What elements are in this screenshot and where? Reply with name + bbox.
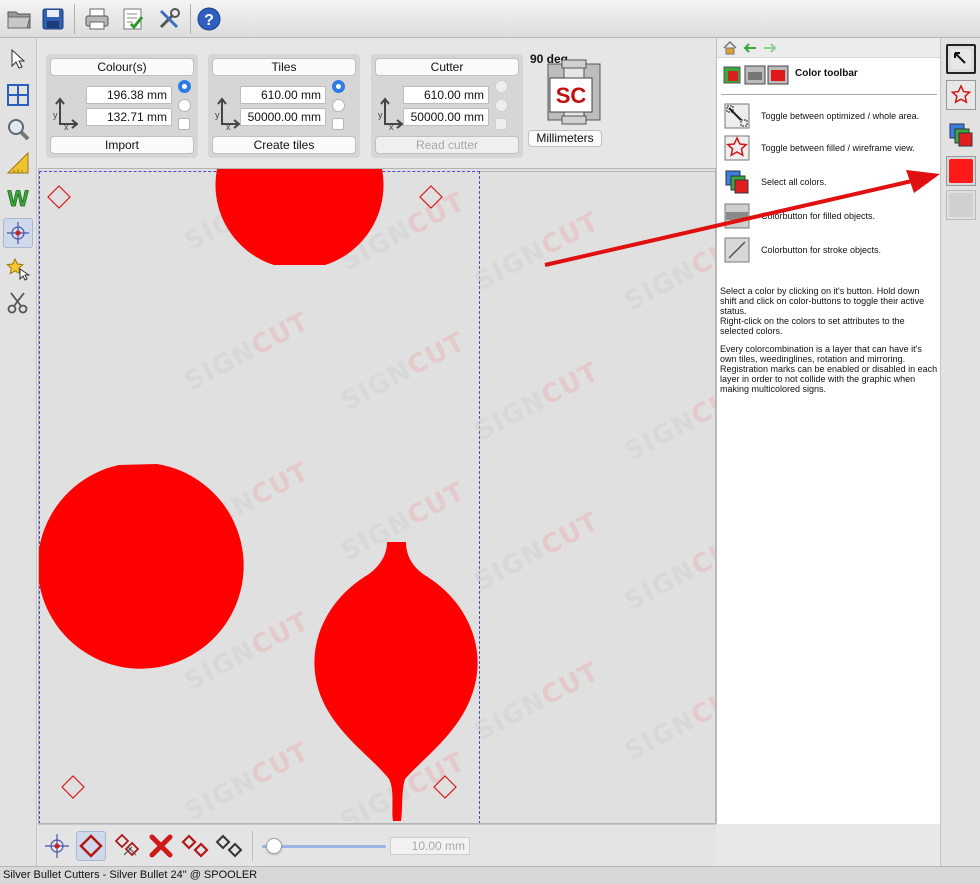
colours-title: Colour(s) — [50, 58, 194, 76]
axis-y-label: y — [53, 110, 58, 120]
regmark-pair-icon[interactable] — [180, 831, 210, 861]
size-control-panel: Colour(s) y x 196.38 mm 132.71 mm Import… — [38, 38, 716, 168]
home-icon[interactable] — [723, 41, 737, 55]
print-icon[interactable] — [82, 4, 112, 34]
axis-x-label: x — [226, 122, 231, 130]
cutter-width-field[interactable]: 610.00 mm — [403, 86, 489, 104]
color-toolbar — [940, 38, 980, 866]
regmark-outline-icon[interactable] — [214, 831, 244, 861]
tiles-lock-checkbox[interactable] — [332, 118, 344, 130]
xy-axis-icon: y x — [215, 97, 240, 130]
fill-colorbutton-icon — [724, 203, 750, 229]
help-item: Colorbutton for stroke objects. — [721, 236, 937, 266]
tiles-group: Tiles y x 610.00 mm 50000.00 mm Create t… — [208, 54, 360, 158]
settings-tools-icon[interactable] — [154, 4, 184, 34]
registration-mark[interactable] — [419, 185, 443, 209]
regmark-diamond-icon[interactable] — [76, 831, 106, 861]
registration-mark[interactable] — [61, 775, 85, 799]
tiles-height-field[interactable]: 50000.00 mm — [240, 108, 326, 126]
tiles-width-field[interactable]: 610.00 mm — [240, 86, 326, 104]
pointer-icon[interactable] — [3, 44, 33, 74]
help-icon[interactable]: ? — [194, 4, 224, 34]
axis-x-label: x — [64, 122, 69, 130]
create-tiles-button[interactable]: Create tiles — [212, 136, 356, 154]
delete-regmarks-icon[interactable] — [146, 831, 176, 861]
help-item: Toggle between filled / wireframe view. — [721, 134, 937, 164]
zoom-icon[interactable] — [3, 114, 33, 144]
registration-mark[interactable] — [433, 775, 457, 799]
xy-axis-icon: y x — [378, 97, 403, 130]
colours-radio-selected[interactable] — [178, 80, 191, 93]
regmark-size-field: 10.00 mm — [390, 837, 470, 855]
star-select-icon[interactable] — [3, 254, 33, 284]
forward-arrow-icon[interactable] — [763, 42, 777, 54]
colours-radio[interactable] — [178, 99, 191, 112]
colours-height-field[interactable]: 132.71 mm — [86, 108, 172, 126]
cutter-group: Cutter y x 610.00 mm 50000.00 mm Read cu… — [371, 54, 523, 158]
help-paragraph: Every colorcombination is a layer that c… — [720, 344, 938, 394]
tiles-title: Tiles — [212, 58, 356, 76]
circle-shape-large — [39, 464, 244, 669]
red-color-swatch-icon[interactable] — [946, 156, 976, 186]
regmark-add-icon[interactable] — [112, 831, 142, 861]
help-nav — [717, 38, 941, 58]
tiles-radio[interactable] — [332, 99, 345, 112]
cutter-height-field[interactable]: 50000.00 mm — [403, 108, 489, 126]
area-toggle-icon[interactable] — [946, 44, 976, 74]
read-cutter-button: Read cutter — [375, 136, 519, 154]
toggle-area-icon — [724, 103, 750, 129]
grid-tiles-icon[interactable] — [3, 80, 33, 110]
left-tool-palette: W — [0, 38, 37, 866]
svg-text:W: W — [8, 186, 29, 210]
help-title: Color toolbar — [795, 68, 858, 79]
import-button[interactable]: Import — [50, 136, 194, 154]
xy-axis-icon: y x — [53, 97, 78, 130]
regmark-size-slider-knob[interactable] — [266, 838, 283, 854]
scissors-icon[interactable] — [3, 288, 33, 318]
axis-x-label: x — [389, 122, 394, 130]
help-paragraph: Right-click on the colors to set attribu… — [720, 316, 905, 336]
color-toolbar-preview-icon — [723, 65, 789, 85]
checklist-icon[interactable] — [118, 4, 148, 34]
svg-text:?: ? — [204, 12, 214, 29]
colours-group: Colour(s) y x 196.38 mm 132.71 mm Import — [46, 54, 198, 158]
registration-mark-icon[interactable] — [3, 218, 33, 248]
help-paragraph: Select a color by clicking on it's butto… — [720, 286, 925, 316]
back-arrow-icon[interactable] — [743, 42, 757, 54]
design-shapes[interactable] — [39, 169, 716, 824]
cutter-lock-checkbox — [495, 118, 507, 130]
select-all-colors-icon — [725, 170, 749, 194]
help-item: Toggle between optimized / whole area. — [721, 102, 937, 132]
design-canvas[interactable]: SIGNCUT SIGNCUT SIGNCUT SIGNCUT SIGNCUT … — [38, 168, 716, 824]
regmark-toolbar: 10.00 mm — [38, 824, 716, 866]
weed-w-icon[interactable]: W — [3, 183, 33, 213]
units-button[interactable]: Millimeters — [528, 130, 602, 147]
axis-y-label: y — [215, 110, 220, 120]
stroke-colorbutton-icon — [724, 237, 750, 263]
wireframe-star-icon[interactable] — [946, 80, 976, 110]
empty-color-swatch-icon[interactable] — [946, 190, 976, 220]
help-item: Colorbutton for filled objects. — [721, 202, 937, 232]
colours-width-field[interactable]: 196.38 mm — [86, 86, 172, 104]
registration-mark[interactable] — [47, 185, 71, 209]
tiles-radio-selected[interactable] — [332, 80, 345, 93]
help-item: Select all colors. — [721, 168, 937, 198]
cutter-radio — [495, 80, 508, 93]
save-disk-icon[interactable] — [38, 4, 68, 34]
axis-y-label: y — [378, 110, 383, 120]
cutter-rotation-icon[interactable]: SC — [546, 58, 602, 126]
all-colors-icon[interactable] — [946, 120, 976, 150]
circle-shape-top — [215, 169, 384, 265]
main-toolbar: ? — [0, 0, 980, 38]
open-folder-icon[interactable] — [4, 4, 34, 34]
help-panel: Color toolbar Toggle between optimized /… — [716, 38, 941, 824]
ruler-icon[interactable] — [3, 148, 33, 178]
cutter-radio — [495, 99, 508, 112]
cutter-title: Cutter — [375, 58, 519, 76]
toggle-filled-icon — [724, 135, 750, 161]
colours-lock-checkbox[interactable] — [178, 118, 190, 130]
status-bar: Silver Bullet Cutters - Silver Bullet 24… — [0, 866, 980, 884]
registration-crosshair-icon[interactable] — [42, 831, 72, 861]
cutter-logo-text: SC — [556, 83, 587, 108]
